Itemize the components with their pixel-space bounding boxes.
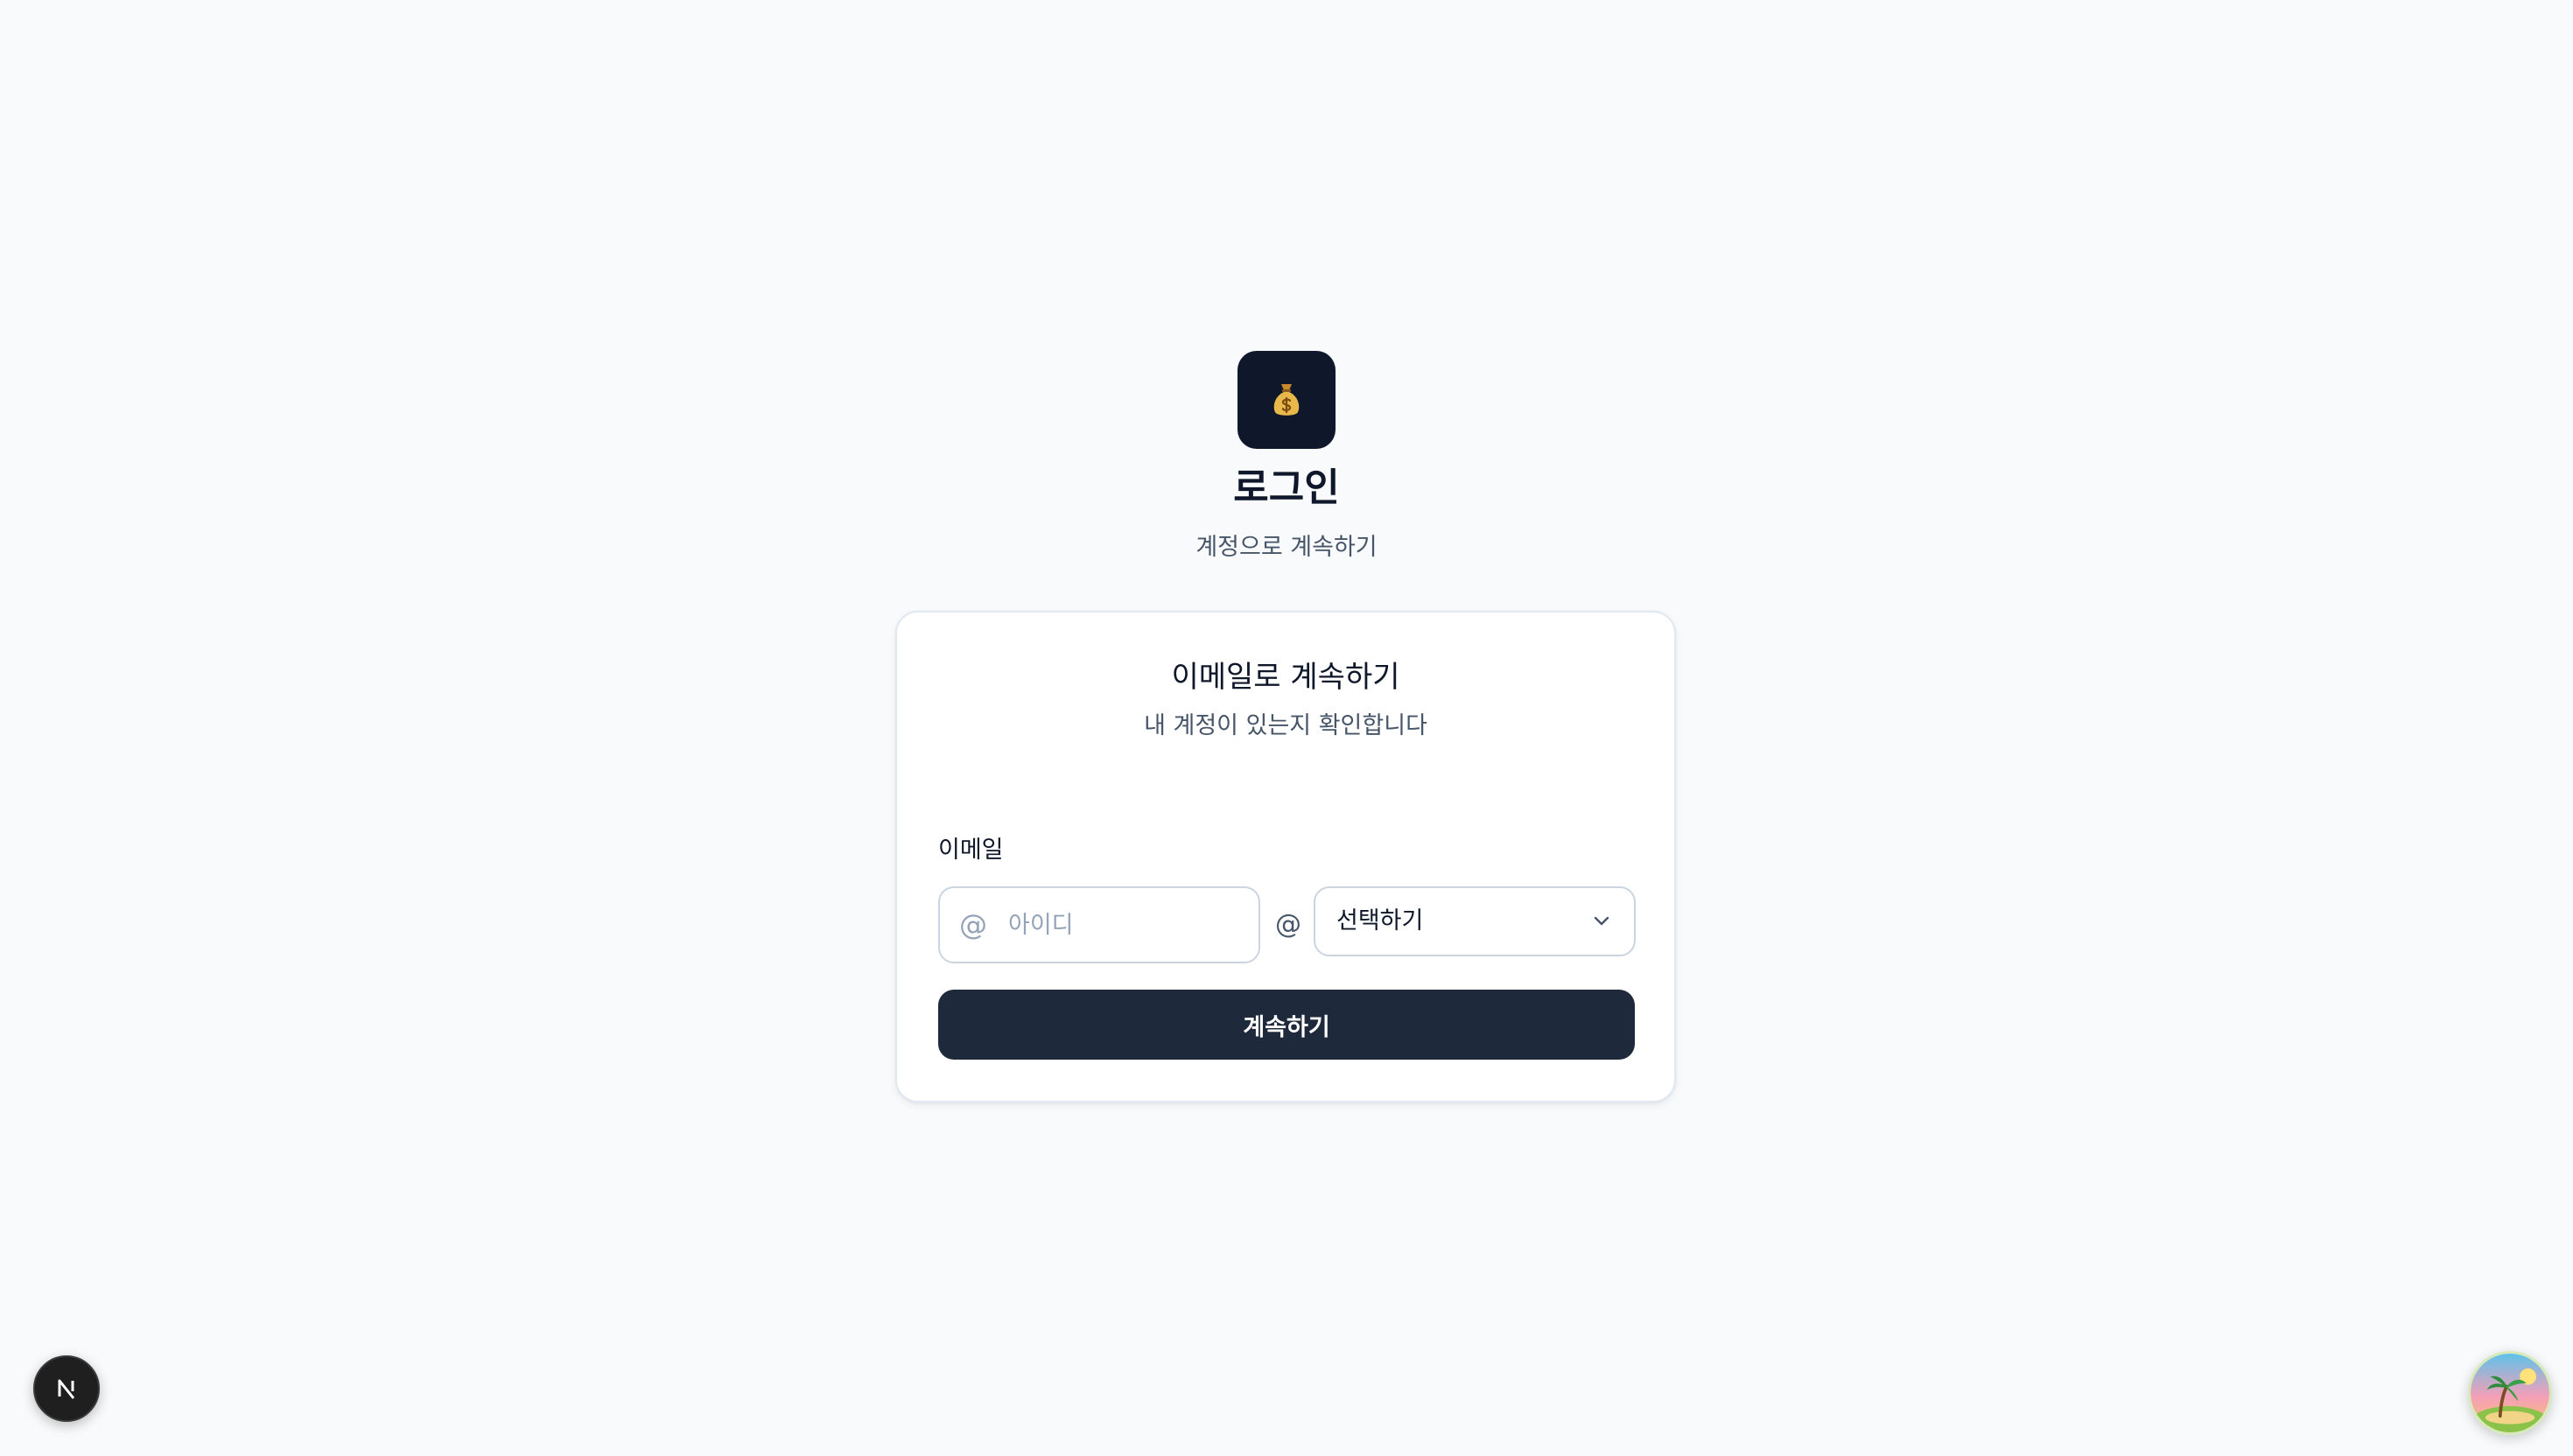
nextjs-dev-badge[interactable] <box>33 1355 100 1422</box>
page-title: 로그인 <box>1233 466 1340 510</box>
app-logo <box>1237 351 1336 449</box>
card-subtitle: 내 계정이 있는지 확인합니다 <box>1144 712 1427 739</box>
email-domain-select[interactable]: 선택하기 <box>1314 886 1636 956</box>
user-avatar[interactable] <box>2468 1351 2552 1435</box>
email-label: 이메일 <box>938 836 1004 864</box>
island-avatar-icon <box>2471 1354 2549 1432</box>
money-bag-icon <box>1273 384 1300 416</box>
card-title: 이메일로 계속하기 <box>1171 660 1400 695</box>
at-separator: @ <box>1275 909 1301 940</box>
email-id-input[interactable] <box>1008 890 1244 960</box>
continue-button[interactable]: 계속하기 <box>938 990 1635 1060</box>
page-subtitle: 계정으로 계속하기 <box>1195 534 1378 561</box>
nextjs-n-icon <box>58 1379 75 1399</box>
domain-select-value: 선택하기 <box>1336 907 1424 934</box>
login-card: 이메일로 계속하기 내 계정이 있는지 확인합니다 이메일 @ @ 선택하기 계… <box>895 611 1676 1102</box>
chevron-down-icon <box>1594 916 1609 926</box>
at-sign-icon: @ <box>959 908 987 942</box>
email-id-field[interactable]: @ <box>938 886 1260 963</box>
